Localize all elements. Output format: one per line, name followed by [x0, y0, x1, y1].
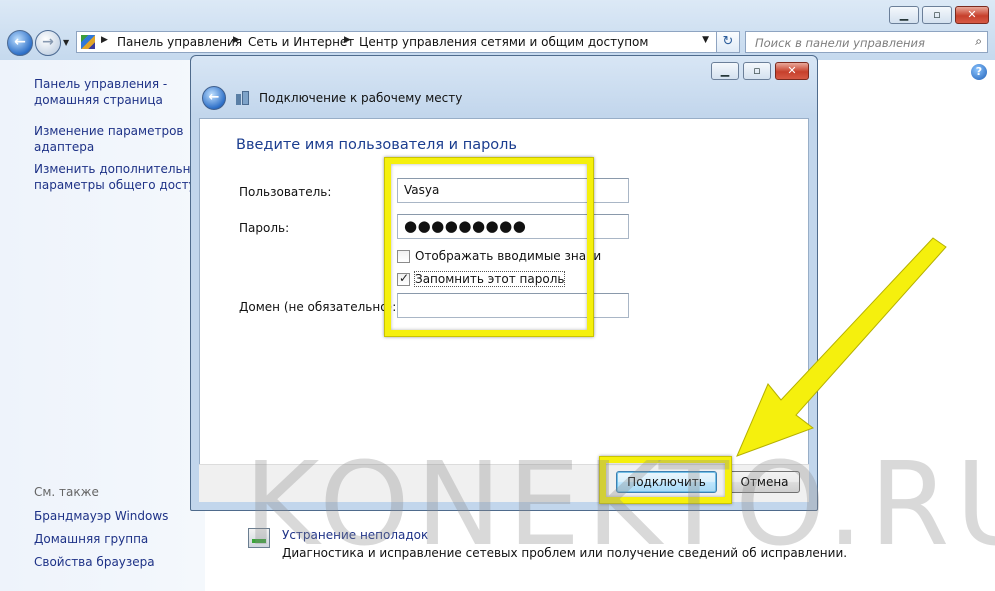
workplace-network-icon — [235, 90, 251, 106]
watermark: KONEKTO.RU — [244, 438, 995, 572]
back-button[interactable]: ← — [7, 30, 33, 56]
breadcrumb-separator-icon[interactable]: ▶ — [101, 35, 108, 45]
password-label: Пароль: — [239, 221, 290, 235]
close-icon: ✕ — [787, 64, 797, 77]
search-input[interactable]: Поиск в панели управления ⌕ — [745, 31, 988, 53]
domain-label: Домен (не обязательно): — [239, 300, 397, 314]
refresh-icon: ↻ — [722, 34, 734, 49]
refresh-button[interactable]: ↻ — [716, 31, 740, 53]
sidebar-link-homegroup[interactable]: Домашняя группа — [34, 531, 148, 547]
breadcrumb-network-internet[interactable]: Сеть и Интернет — [248, 35, 354, 49]
window-close-button[interactable]: ✕ — [955, 6, 989, 24]
sidebar-link-firewall[interactable]: Брандмауэр Windows — [34, 508, 168, 524]
control-panel-icon — [81, 35, 95, 49]
sidebar-link-sharing-settings[interactable]: Изменить дополнительные параметры общего… — [34, 161, 211, 193]
dialog-title: Подключение к рабочему месту — [259, 91, 463, 105]
breadcrumb-network-center[interactable]: Центр управления сетями и общим доступом — [359, 35, 648, 49]
sidebar-link-browser-properties[interactable]: Свойства браузера — [34, 554, 155, 570]
dialog-back-button[interactable]: ← — [202, 86, 226, 110]
sidebar-link-adapter-settings[interactable]: Изменение параметров адаптера — [34, 123, 184, 155]
dialog-heading: Введите имя пользователя и пароль — [236, 137, 517, 153]
help-icon[interactable]: ? — [971, 64, 987, 80]
sidebar: Панель управления - домашняя страница Из… — [0, 60, 211, 591]
see-also-heading: См. также — [34, 485, 99, 499]
back-arrow-icon: ← — [208, 90, 220, 105]
breadcrumb-separator-icon[interactable]: ▶ — [344, 35, 351, 45]
search-icon[interactable]: ⌕ — [975, 34, 982, 49]
breadcrumb-control-panel[interactable]: Панель управления — [117, 35, 242, 49]
minimize-icon: ▁ — [899, 8, 909, 21]
recent-pages-dropdown-icon[interactable]: ▼ — [63, 38, 69, 47]
breadcrumb-separator-icon[interactable]: ▶ — [233, 35, 240, 45]
dialog-minimize-button[interactable]: ▁ — [711, 62, 739, 80]
dialog-close-button[interactable]: ✕ — [775, 62, 809, 80]
window-minimize-button[interactable]: ▁ — [889, 6, 919, 24]
forward-button[interactable]: → — [35, 30, 61, 56]
address-dropdown-icon[interactable]: ▼ — [702, 35, 709, 45]
back-arrow-icon: ← — [14, 34, 26, 50]
forward-arrow-icon: → — [42, 34, 54, 50]
maximize-icon: ▫ — [933, 8, 941, 21]
window-maximize-button[interactable]: ▫ — [922, 6, 952, 24]
address-bar[interactable]: ▶ Панель управления ▶ Сеть и Интернет ▶ … — [76, 31, 740, 53]
minimize-icon: ▁ — [720, 64, 730, 77]
user-label: Пользователь: — [239, 185, 332, 199]
sidebar-link-home[interactable]: Панель управления - домашняя страница — [34, 76, 167, 108]
highlight-credentials-box — [385, 158, 593, 336]
search-placeholder: Поиск в панели управления — [755, 36, 925, 50]
maximize-icon: ▫ — [753, 64, 761, 77]
close-icon: ✕ — [967, 8, 977, 21]
dialog-maximize-button[interactable]: ▫ — [743, 62, 771, 80]
